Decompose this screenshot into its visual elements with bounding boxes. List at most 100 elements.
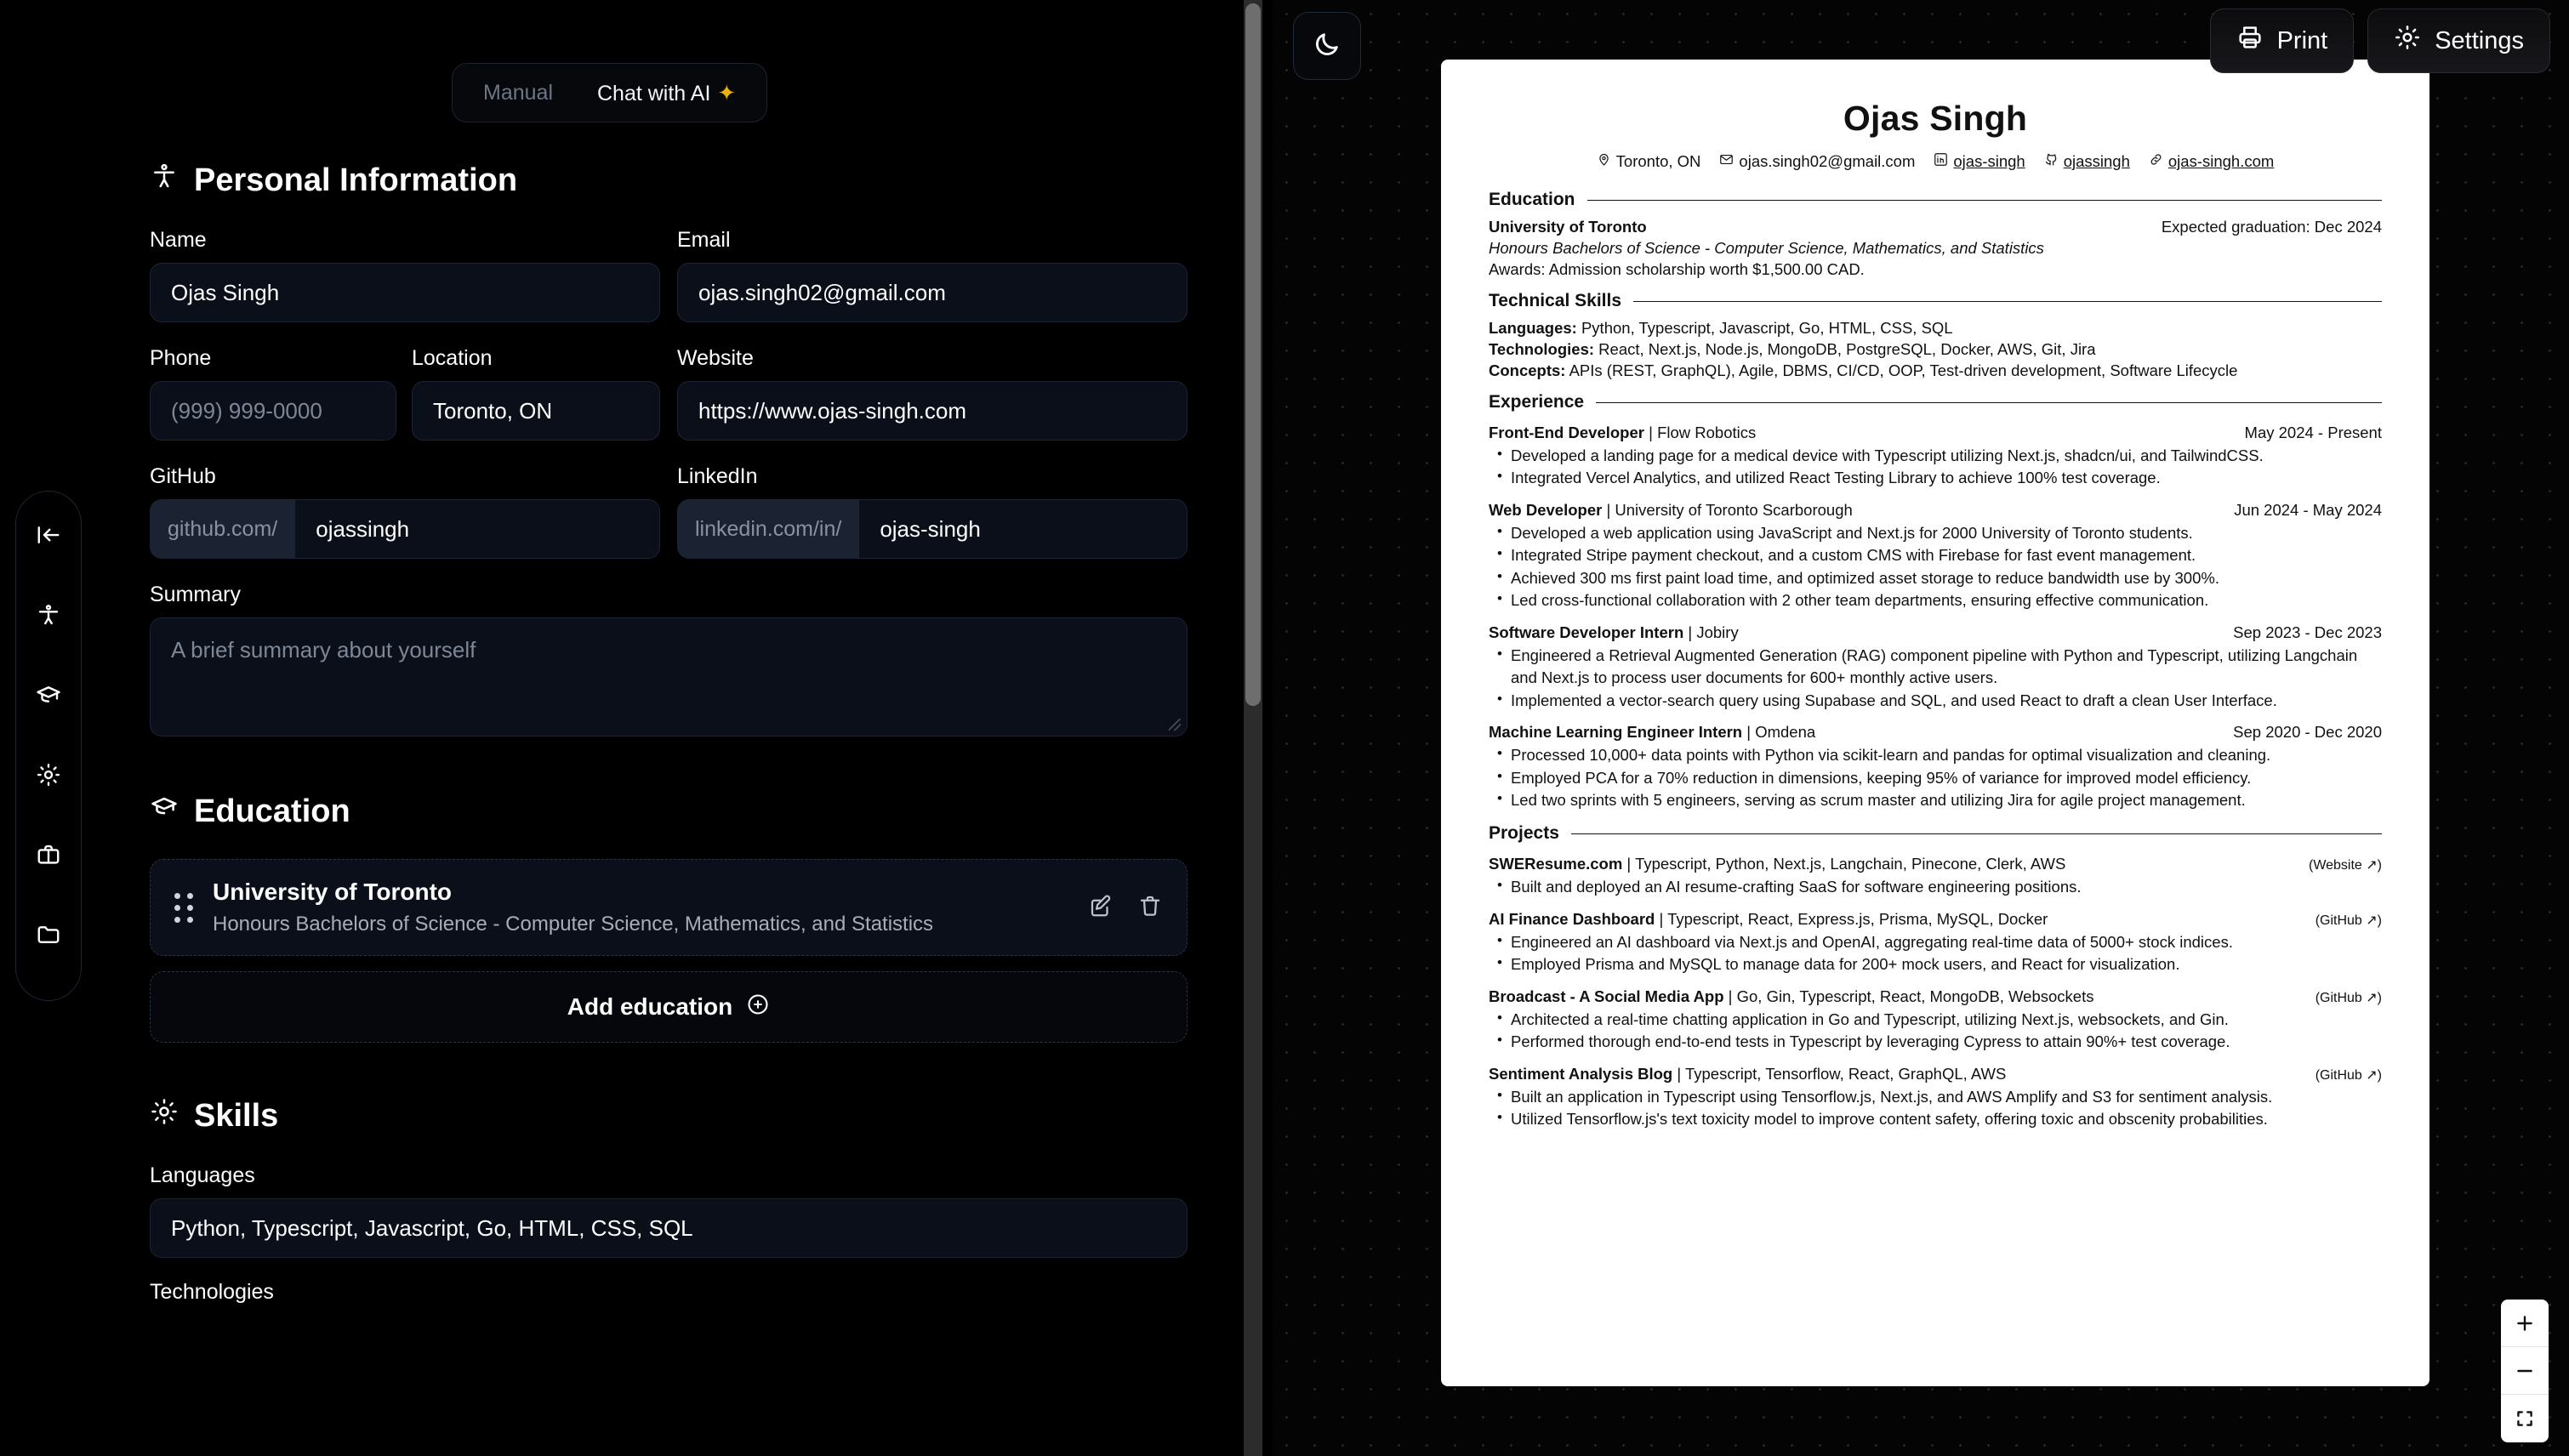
- summary-textarea[interactable]: A brief summary about yourself: [150, 617, 1188, 737]
- github-icon: [2044, 152, 2059, 171]
- resume-skill-value: Python, Typescript, Javascript, Go, HTML…: [1581, 319, 1953, 337]
- tab-manual[interactable]: Manual: [461, 72, 575, 114]
- resume-project-entry: Broadcast - A Social Media App | Go, Gin…: [1489, 987, 2382, 1054]
- gear-icon[interactable]: [29, 755, 68, 794]
- phone-field-group: Phone (999) 999-0000: [150, 346, 396, 441]
- resume-experience-entry: Software Developer Intern | JobirySep 20…: [1489, 623, 2382, 712]
- collapse-sidebar-icon[interactable]: [29, 515, 68, 555]
- resume-exp-company: Flow Robotics: [1657, 424, 1756, 441]
- print-button[interactable]: Print: [2210, 9, 2355, 73]
- resume-education-school: University of Toronto: [1489, 218, 1647, 236]
- location-input[interactable]: Toronto, ON: [412, 381, 660, 441]
- languages-input[interactable]: Python, Typescript, Javascript, Go, HTML…: [150, 1198, 1188, 1258]
- divider: [1596, 402, 2382, 403]
- zoom-controls: [2501, 1300, 2549, 1442]
- resume-project-link[interactable]: (GitHub ↗): [2316, 1066, 2382, 1083]
- mode-toggle[interactable]: Manual Chat with AI✦: [452, 63, 767, 122]
- bullet: Led two sprints with 5 engineers, servin…: [1489, 789, 2382, 811]
- github-input[interactable]: ojassingh: [294, 499, 660, 559]
- linkedin-label: LinkedIn: [677, 464, 1188, 489]
- resume-exp-role: Machine Learning Engineer Intern: [1489, 723, 1742, 741]
- graduation-cap-icon[interactable]: [29, 675, 68, 714]
- bullet: Engineered a Retrieval Augmented Generat…: [1489, 645, 2382, 690]
- section-title: Skills: [194, 1098, 278, 1135]
- resume-exp-role: Front-End Developer: [1489, 424, 1644, 441]
- name-email-row: Name Ojas Singh Email ojas.singh02@gmail…: [150, 228, 1273, 322]
- resume-exp-bullets: Developed a web application using JavaSc…: [1489, 522, 2382, 612]
- gear-icon: [2394, 24, 2421, 58]
- linkedin-input[interactable]: ojas-singh: [858, 499, 1188, 559]
- resume-skill-value: APIs (REST, GraphQL), Agile, DBMS, CI/CD…: [1569, 361, 2238, 379]
- printer-icon: [2236, 24, 2264, 58]
- divider: [1571, 833, 2382, 834]
- resume-skill-label: Concepts:: [1489, 361, 1565, 379]
- resume-project-stack: Typescript, Python, Next.js, Langchain, …: [1635, 855, 2065, 873]
- resume-project-link[interactable]: (Website ↗): [2309, 856, 2382, 873]
- settings-button[interactable]: Settings: [2367, 9, 2550, 73]
- resume-project-name: Broadcast - A Social Media App: [1489, 987, 1724, 1005]
- contact-linkedin[interactable]: ojas-singh: [1934, 152, 2025, 171]
- contact-website[interactable]: ojas-singh.com: [2149, 152, 2274, 171]
- fit-to-screen-button[interactable]: [2501, 1395, 2549, 1442]
- person-icon[interactable]: [29, 595, 68, 634]
- summary-label: Summary: [150, 583, 1273, 607]
- phone-input[interactable]: (999) 999-0000: [150, 381, 396, 441]
- resume-section-title: Projects: [1489, 823, 1559, 844]
- briefcase-icon[interactable]: [29, 835, 68, 874]
- email-input[interactable]: ojas.singh02@gmail.com: [677, 263, 1188, 322]
- website-label: Website: [677, 346, 1188, 371]
- drag-handle-icon[interactable]: [174, 893, 194, 923]
- name-input[interactable]: Ojas Singh: [150, 263, 660, 322]
- languages-label: Languages: [150, 1163, 1273, 1188]
- section-title: Personal Information: [194, 162, 517, 199]
- resume-exp-date: Jun 2024 - May 2024: [2234, 501, 2382, 520]
- bullet: Implemented a vector-search query using …: [1489, 690, 2382, 712]
- bullet: Utilized Tensorflow.js's text toxicity m…: [1489, 1108, 2382, 1130]
- resume-education-date: Expected graduation: Dec 2024: [2162, 218, 2382, 236]
- education-item-title: University of Toronto: [213, 879, 933, 906]
- edit-icon[interactable]: [1088, 893, 1114, 923]
- education-heading: Education: [150, 793, 1273, 830]
- resume-education-degree: Honours Bachelors of Science - Computer …: [1489, 239, 2382, 258]
- resume-exp-date: May 2024 - Present: [2245, 424, 2382, 442]
- editor-scrollbar[interactable]: [1244, 0, 1262, 1456]
- bullet: Employed Prisma and MySQL to manage data…: [1489, 953, 2382, 975]
- bullet: Built an application in Typescript using…: [1489, 1086, 2382, 1108]
- icon-rail: [15, 491, 82, 1001]
- delete-icon[interactable]: [1137, 893, 1163, 923]
- sparkle-icon: ✦: [717, 80, 736, 105]
- resume-project-entry: Sentiment Analysis Blog | Typescript, Te…: [1489, 1065, 2382, 1131]
- github-input-wrap: github.com/ ojassingh: [150, 499, 660, 559]
- education-list-item[interactable]: University of Toronto Honours Bachelors …: [150, 859, 1188, 956]
- tab-chat-with-ai[interactable]: Chat with AI✦: [575, 71, 758, 115]
- location-label: Location: [412, 346, 660, 371]
- contact-github[interactable]: ojassingh: [2044, 152, 2130, 171]
- zoom-in-button[interactable]: [2501, 1300, 2549, 1347]
- person-icon: [150, 162, 179, 199]
- github-field-group: GitHub github.com/ ojassingh: [150, 464, 660, 559]
- resume-project-entry: SWEResume.com | Typescript, Python, Next…: [1489, 855, 2382, 898]
- graduation-cap-icon: [150, 793, 179, 830]
- add-education-button[interactable]: Add education: [150, 971, 1188, 1043]
- resume-section-title: Education: [1489, 190, 1575, 210]
- resume-education-entry: University of Toronto Expected graduatio…: [1489, 218, 2382, 279]
- editor-scrollbar-thumb[interactable]: [1245, 3, 1261, 706]
- resume-project-link[interactable]: (GitHub ↗): [2316, 989, 2382, 1006]
- education-item-actions: [1088, 893, 1163, 923]
- zoom-out-button[interactable]: [2501, 1347, 2549, 1395]
- resume-skill-label: Technologies:: [1489, 340, 1594, 358]
- dark-mode-toggle[interactable]: [1293, 12, 1361, 80]
- settings-label: Settings: [2435, 27, 2524, 55]
- resume-education-line: University of Toronto Expected graduatio…: [1489, 218, 2382, 236]
- resume-exp-bullets: Processed 10,000+ data points with Pytho…: [1489, 744, 2382, 811]
- email-label: Email: [677, 228, 1188, 253]
- print-label: Print: [2277, 27, 2328, 55]
- folder-icon[interactable]: [29, 915, 68, 954]
- moon-icon: [1313, 30, 1341, 63]
- website-input[interactable]: https://www.ojas-singh.com: [677, 381, 1188, 441]
- bullet: Employed PCA for a 70% reduction in dime…: [1489, 767, 2382, 789]
- resume-project-link[interactable]: (GitHub ↗): [2316, 912, 2382, 929]
- resume-exp-role: Software Developer Intern: [1489, 623, 1683, 641]
- add-education-label: Add education: [567, 993, 732, 1021]
- github-linkedin-row: GitHub github.com/ ojassingh LinkedIn li…: [150, 464, 1273, 559]
